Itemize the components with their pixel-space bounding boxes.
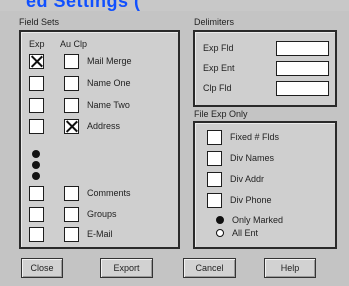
delimiters-group: Exp Fld Exp Ent Clp Fld bbox=[193, 30, 337, 107]
help-button[interactable]: Help bbox=[264, 258, 316, 278]
only-marked-radio[interactable] bbox=[216, 216, 224, 224]
ellipsis-dot bbox=[32, 161, 40, 169]
radio-label-all-ent: All Ent bbox=[232, 228, 259, 238]
row-label-address: Address bbox=[87, 121, 121, 131]
row-label-name-two: Name Two bbox=[87, 100, 130, 110]
au-clp-checkbox-name-one[interactable] bbox=[64, 76, 79, 91]
ellipsis-dot bbox=[32, 150, 40, 158]
file-exp-only-group: Fixed # Flds Div Names Div Addr Div Phon… bbox=[193, 121, 337, 249]
row-label-comments: Comments bbox=[87, 188, 131, 198]
div-phone-checkbox[interactable] bbox=[207, 193, 222, 208]
option-label-div-addr: Div Addr bbox=[230, 174, 265, 184]
exp-checkbox-comments[interactable] bbox=[29, 186, 44, 201]
delimiter-label-exp-ent: Exp Ent bbox=[203, 63, 235, 73]
exp-checkbox-e-mail[interactable] bbox=[29, 227, 44, 242]
cancel-button[interactable]: Cancel bbox=[183, 258, 236, 278]
radio-label-only-marked: Only Marked bbox=[232, 215, 284, 225]
ellipsis-dot bbox=[32, 172, 40, 180]
div-names-checkbox[interactable] bbox=[207, 151, 222, 166]
div-addr-checkbox[interactable] bbox=[207, 172, 222, 187]
option-label-div-phone: Div Phone bbox=[230, 195, 272, 205]
au-clp-checkbox-comments[interactable] bbox=[64, 186, 79, 201]
exp-checkbox-name-two[interactable] bbox=[29, 98, 44, 113]
row-label-e-mail: E-Mail bbox=[87, 229, 113, 239]
exp-checkbox-groups[interactable] bbox=[29, 207, 44, 222]
column-header-au-clp: Au Clp bbox=[60, 39, 88, 49]
delimiters-title: Delimiters bbox=[194, 17, 235, 27]
au-clp-checkbox-name-two[interactable] bbox=[64, 98, 79, 113]
option-label-div-names: Div Names bbox=[230, 153, 275, 163]
field-sets-group: Exp Au Clp Mail Merge Name One Name Two … bbox=[19, 30, 180, 249]
exp-checkbox-name-one[interactable] bbox=[29, 76, 44, 91]
option-label-fixed-flds: Fixed # Flds bbox=[230, 132, 280, 142]
export-button[interactable]: Export bbox=[100, 258, 153, 278]
column-header-exp: Exp bbox=[29, 39, 45, 49]
delimiter-label-exp-fld: Exp Fld bbox=[203, 43, 234, 53]
au-clp-checkbox-groups[interactable] bbox=[64, 207, 79, 222]
row-label-mail-merge: Mail Merge bbox=[87, 56, 132, 66]
field-sets-title: Field Sets bbox=[19, 17, 60, 27]
row-label-groups: Groups bbox=[87, 209, 117, 219]
fixed-flds-checkbox[interactable] bbox=[207, 130, 222, 145]
row-label-name-one: Name One bbox=[87, 78, 131, 88]
window-title-strip: ed Settings ( bbox=[0, 0, 349, 11]
all-ent-radio[interactable] bbox=[216, 229, 224, 237]
exp-fld-input[interactable] bbox=[276, 41, 329, 56]
exp-ent-input[interactable] bbox=[276, 61, 329, 76]
window-title: ed Settings ( bbox=[26, 0, 141, 11]
exp-checkbox-address[interactable] bbox=[29, 119, 44, 134]
close-button[interactable]: Close bbox=[21, 258, 63, 278]
exp-checkbox-mail-merge[interactable] bbox=[29, 54, 44, 69]
file-exp-only-title: File Exp Only bbox=[194, 109, 248, 119]
au-clp-checkbox-address[interactable] bbox=[64, 119, 79, 134]
clp-fld-input[interactable] bbox=[276, 81, 329, 96]
au-clp-checkbox-e-mail[interactable] bbox=[64, 227, 79, 242]
au-clp-checkbox-mail-merge[interactable] bbox=[64, 54, 79, 69]
delimiter-label-clp-fld: Clp Fld bbox=[203, 83, 232, 93]
